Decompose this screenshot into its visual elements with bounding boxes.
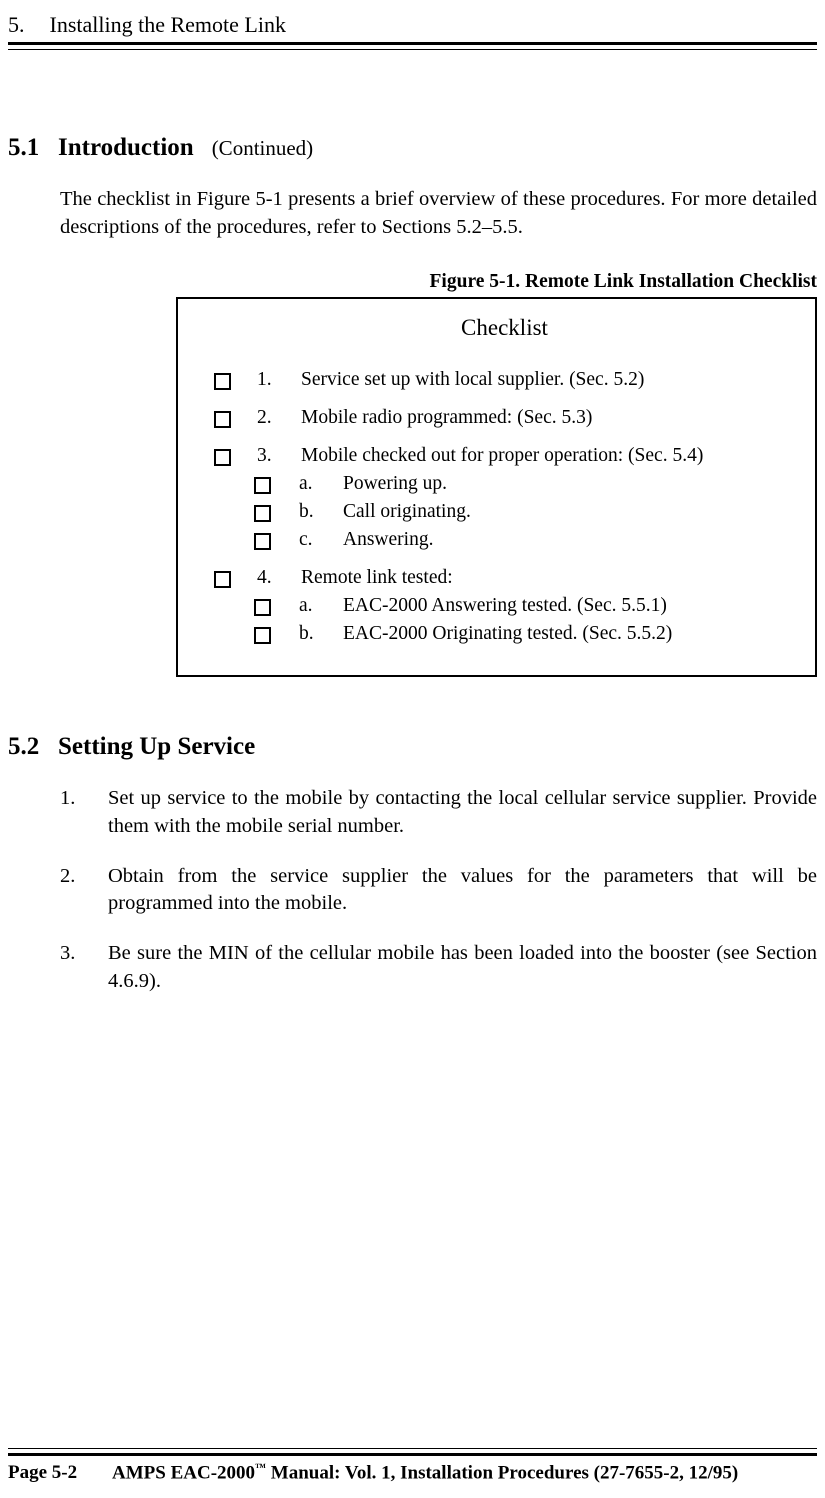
chapter-number: 5. xyxy=(8,12,44,38)
item-number: 2. xyxy=(60,863,108,918)
section-5-1-heading: 5.1 Introduction (Continued) xyxy=(8,134,817,162)
page-header: 5. Installing the Remote Link xyxy=(8,0,817,54)
item-text: EAC-2000 Answering tested. (Sec. 5.5.1) xyxy=(343,595,795,617)
section-continued: (Continued) xyxy=(212,136,313,161)
item-number: a. xyxy=(299,595,343,617)
section-title: Setting Up Service xyxy=(58,733,255,761)
item-text: Obtain from the service supplier the val… xyxy=(108,863,817,918)
footer-line: Page 5-2 AMPS EAC-2000™ Manual: Vol. 1, … xyxy=(8,1462,817,1484)
item-text: Mobile checked out for proper operation:… xyxy=(301,445,795,467)
checkbox-icon xyxy=(214,411,231,428)
checkbox-icon xyxy=(214,571,231,588)
checklist-title: Checklist xyxy=(214,315,795,341)
item-number: 1. xyxy=(60,785,108,840)
item-number: 4. xyxy=(257,567,301,589)
item-text: Powering up. xyxy=(343,473,795,495)
section-number: 5.1 xyxy=(8,134,48,162)
item-text: EAC-2000 Originating tested. (Sec. 5.5.2… xyxy=(343,623,795,645)
list-item: 2. Obtain from the service supplier the … xyxy=(60,863,817,918)
checklist-item-1: 1. Service set up with local supplier. (… xyxy=(214,369,795,391)
item-text: Mobile radio programmed: (Sec. 5.3) xyxy=(301,407,795,429)
footer-rule xyxy=(8,1448,817,1456)
header-rule xyxy=(8,42,817,50)
checklist-item-4a: a. EAC-2000 Answering tested. (Sec. 5.5.… xyxy=(254,595,795,617)
item-number: 3. xyxy=(60,940,108,995)
checklist-item-3c: c. Answering. xyxy=(254,529,795,551)
page-footer: Page 5-2 AMPS EAC-2000™ Manual: Vol. 1, … xyxy=(8,1448,817,1484)
checkbox-icon xyxy=(214,449,231,466)
intro-paragraph: The checklist in Figure 5-1 presents a b… xyxy=(60,186,817,241)
page-number: Page 5-2 xyxy=(8,1462,112,1484)
item-number: 2. xyxy=(257,407,301,429)
list-item: 1. Set up service to the mobile by conta… xyxy=(60,785,817,840)
checklist-item-3: 3. Mobile checked out for proper operati… xyxy=(214,445,795,467)
item-number: b. xyxy=(299,623,343,645)
chapter-title: 5. Installing the Remote Link xyxy=(8,12,817,38)
section-5-2-heading: 5.2 Setting Up Service xyxy=(8,733,817,761)
checklist-box: Checklist 1. Service set up with local s… xyxy=(176,297,817,677)
item-text: Set up service to the mobile by contacti… xyxy=(108,785,817,840)
checkbox-icon xyxy=(254,627,271,644)
numbered-list: 1. Set up service to the mobile by conta… xyxy=(60,785,817,995)
item-number: b. xyxy=(299,501,343,523)
checkbox-icon xyxy=(254,599,271,616)
footer-title-post: Manual: Vol. 1, Installation Procedures … xyxy=(266,1462,738,1483)
list-item: 3. Be sure the MIN of the cellular mobil… xyxy=(60,940,817,995)
item-number: 1. xyxy=(257,369,301,391)
item-text: Be sure the MIN of the cellular mobile h… xyxy=(108,940,817,995)
content-area: 5.1 Introduction (Continued) The checkli… xyxy=(0,54,825,995)
checklist-item-4b: b. EAC-2000 Originating tested. (Sec. 5.… xyxy=(254,623,795,645)
chapter-name: Installing the Remote Link xyxy=(50,12,286,37)
checkbox-icon xyxy=(254,505,271,522)
checklist-item-3b: b. Call originating. xyxy=(254,501,795,523)
footer-title: AMPS EAC-2000™ Manual: Vol. 1, Installat… xyxy=(112,1462,817,1484)
checkbox-icon xyxy=(254,477,271,494)
item-number: c. xyxy=(299,529,343,551)
checklist-item-2: 2. Mobile radio programmed: (Sec. 5.3) xyxy=(214,407,795,429)
item-number: a. xyxy=(299,473,343,495)
section-number: 5.2 xyxy=(8,733,48,761)
figure-caption: Figure 5-1. Remote Link Installation Che… xyxy=(8,271,817,293)
item-text: Service set up with local supplier. (Sec… xyxy=(301,369,795,391)
footer-title-pre: AMPS EAC-2000 xyxy=(112,1462,255,1483)
checkbox-icon xyxy=(254,533,271,550)
item-text: Call originating. xyxy=(343,501,795,523)
trademark-symbol: ™ xyxy=(255,1462,266,1474)
checklist-item-3a: a. Powering up. xyxy=(254,473,795,495)
item-text: Answering. xyxy=(343,529,795,551)
item-number: 3. xyxy=(257,445,301,467)
item-text: Remote link tested: xyxy=(301,567,795,589)
section-title: Introduction xyxy=(58,134,194,162)
checklist-item-4: 4. Remote link tested: xyxy=(214,567,795,589)
checkbox-icon xyxy=(214,373,231,390)
